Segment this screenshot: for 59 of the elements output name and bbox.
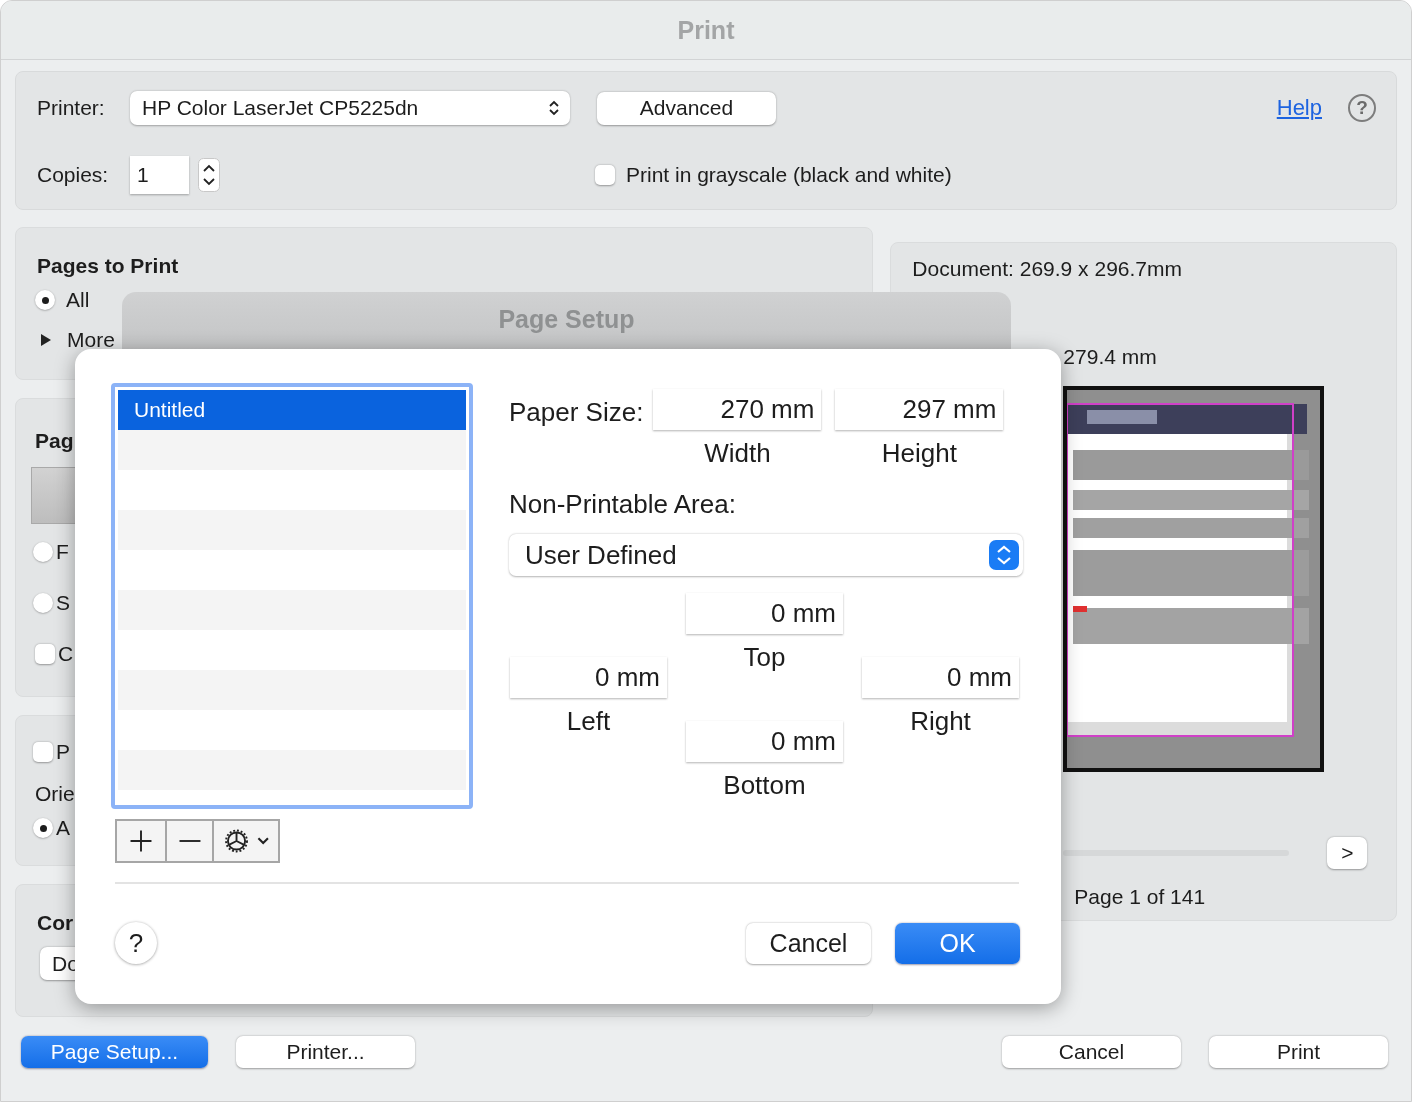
checkbox[interactable] bbox=[33, 742, 53, 762]
checkbox[interactable] bbox=[35, 643, 55, 664]
radio-button[interactable] bbox=[33, 541, 53, 562]
right-margin-field[interactable]: 0 mm bbox=[862, 657, 1019, 698]
option-label: A bbox=[56, 816, 70, 840]
printer-label: Printer: bbox=[37, 96, 106, 120]
advanced-button[interactable]: Advanced bbox=[597, 91, 776, 125]
dialog-button[interactable]: Printer... bbox=[236, 1036, 415, 1068]
sheet-button[interactable]: OK bbox=[895, 922, 1020, 964]
field-caption: Bottom bbox=[722, 769, 807, 801]
chevron-up-down-icon bbox=[548, 99, 560, 117]
dialog-button[interactable]: Print bbox=[1209, 1036, 1388, 1068]
dialog-button[interactable]: Page Setup... bbox=[21, 1036, 208, 1068]
section-title: Cor bbox=[37, 911, 74, 935]
option-label: F bbox=[56, 539, 69, 564]
stepper-icon[interactable] bbox=[198, 158, 220, 192]
height-field[interactable]: 297 mm bbox=[835, 389, 1004, 430]
radio-button[interactable] bbox=[33, 592, 53, 613]
option-label: All bbox=[66, 288, 90, 312]
field-caption: Height bbox=[881, 438, 957, 469]
grayscale-label: Print in grayscale (black and white) bbox=[626, 163, 952, 187]
field-caption: Right bbox=[909, 705, 972, 737]
paper-size: 279.4 mm bbox=[1063, 345, 1158, 369]
left-margin-field[interactable]: 0 mm bbox=[510, 657, 667, 698]
help-button[interactable]: ? bbox=[1348, 94, 1376, 122]
copies-label: Copies: bbox=[37, 163, 110, 187]
paper-size-label: Paper Size: bbox=[509, 397, 644, 428]
radio-button[interactable] bbox=[33, 818, 53, 838]
disclosure-triangle-icon[interactable] bbox=[40, 333, 52, 347]
sheet-button[interactable]: Cancel bbox=[746, 922, 871, 964]
top-margin-field[interactable]: 0 mm bbox=[686, 593, 843, 634]
area-select[interactable]: User Defined bbox=[509, 534, 1023, 576]
option-label: P bbox=[56, 740, 70, 764]
help-link[interactable]: Help bbox=[1276, 95, 1322, 121]
sheet-title: Page Setup bbox=[498, 305, 635, 335]
non-printable-label: Non-Printable Area: bbox=[509, 489, 737, 520]
document-size: Document: 269.9 x 296.7mm bbox=[912, 257, 1183, 281]
copies-field[interactable]: 1 bbox=[130, 156, 189, 194]
radio-button[interactable] bbox=[35, 290, 55, 310]
window-title: Print bbox=[677, 15, 735, 45]
section-title: Pages to Print bbox=[37, 254, 179, 278]
chevron-up-down-icon bbox=[989, 540, 1019, 570]
field-caption: Top bbox=[742, 641, 787, 673]
bottom-margin-field[interactable]: 0 mm bbox=[686, 721, 843, 762]
option-label: C bbox=[58, 641, 74, 666]
option-label: S bbox=[56, 590, 70, 615]
printer-select[interactable]: HP Color LaserJet CP5225dn bbox=[130, 91, 570, 125]
section-title: Pag bbox=[35, 429, 74, 453]
field-caption: Left bbox=[565, 705, 612, 737]
field-caption: Width bbox=[704, 438, 771, 469]
help-button[interactable]: ? bbox=[115, 922, 157, 964]
more-label: More bbox=[67, 328, 115, 352]
dialog-button[interactable]: Cancel bbox=[1002, 1036, 1181, 1068]
grayscale-checkbox[interactable] bbox=[595, 165, 615, 185]
page-indicator: Page 1 of 141 bbox=[1074, 885, 1207, 909]
list-item[interactable]: Untitled bbox=[118, 390, 466, 430]
width-field[interactable]: 270 mm bbox=[653, 389, 822, 430]
next-page-button[interactable]: > bbox=[1327, 837, 1368, 869]
orientation-label: Orie bbox=[35, 782, 75, 806]
